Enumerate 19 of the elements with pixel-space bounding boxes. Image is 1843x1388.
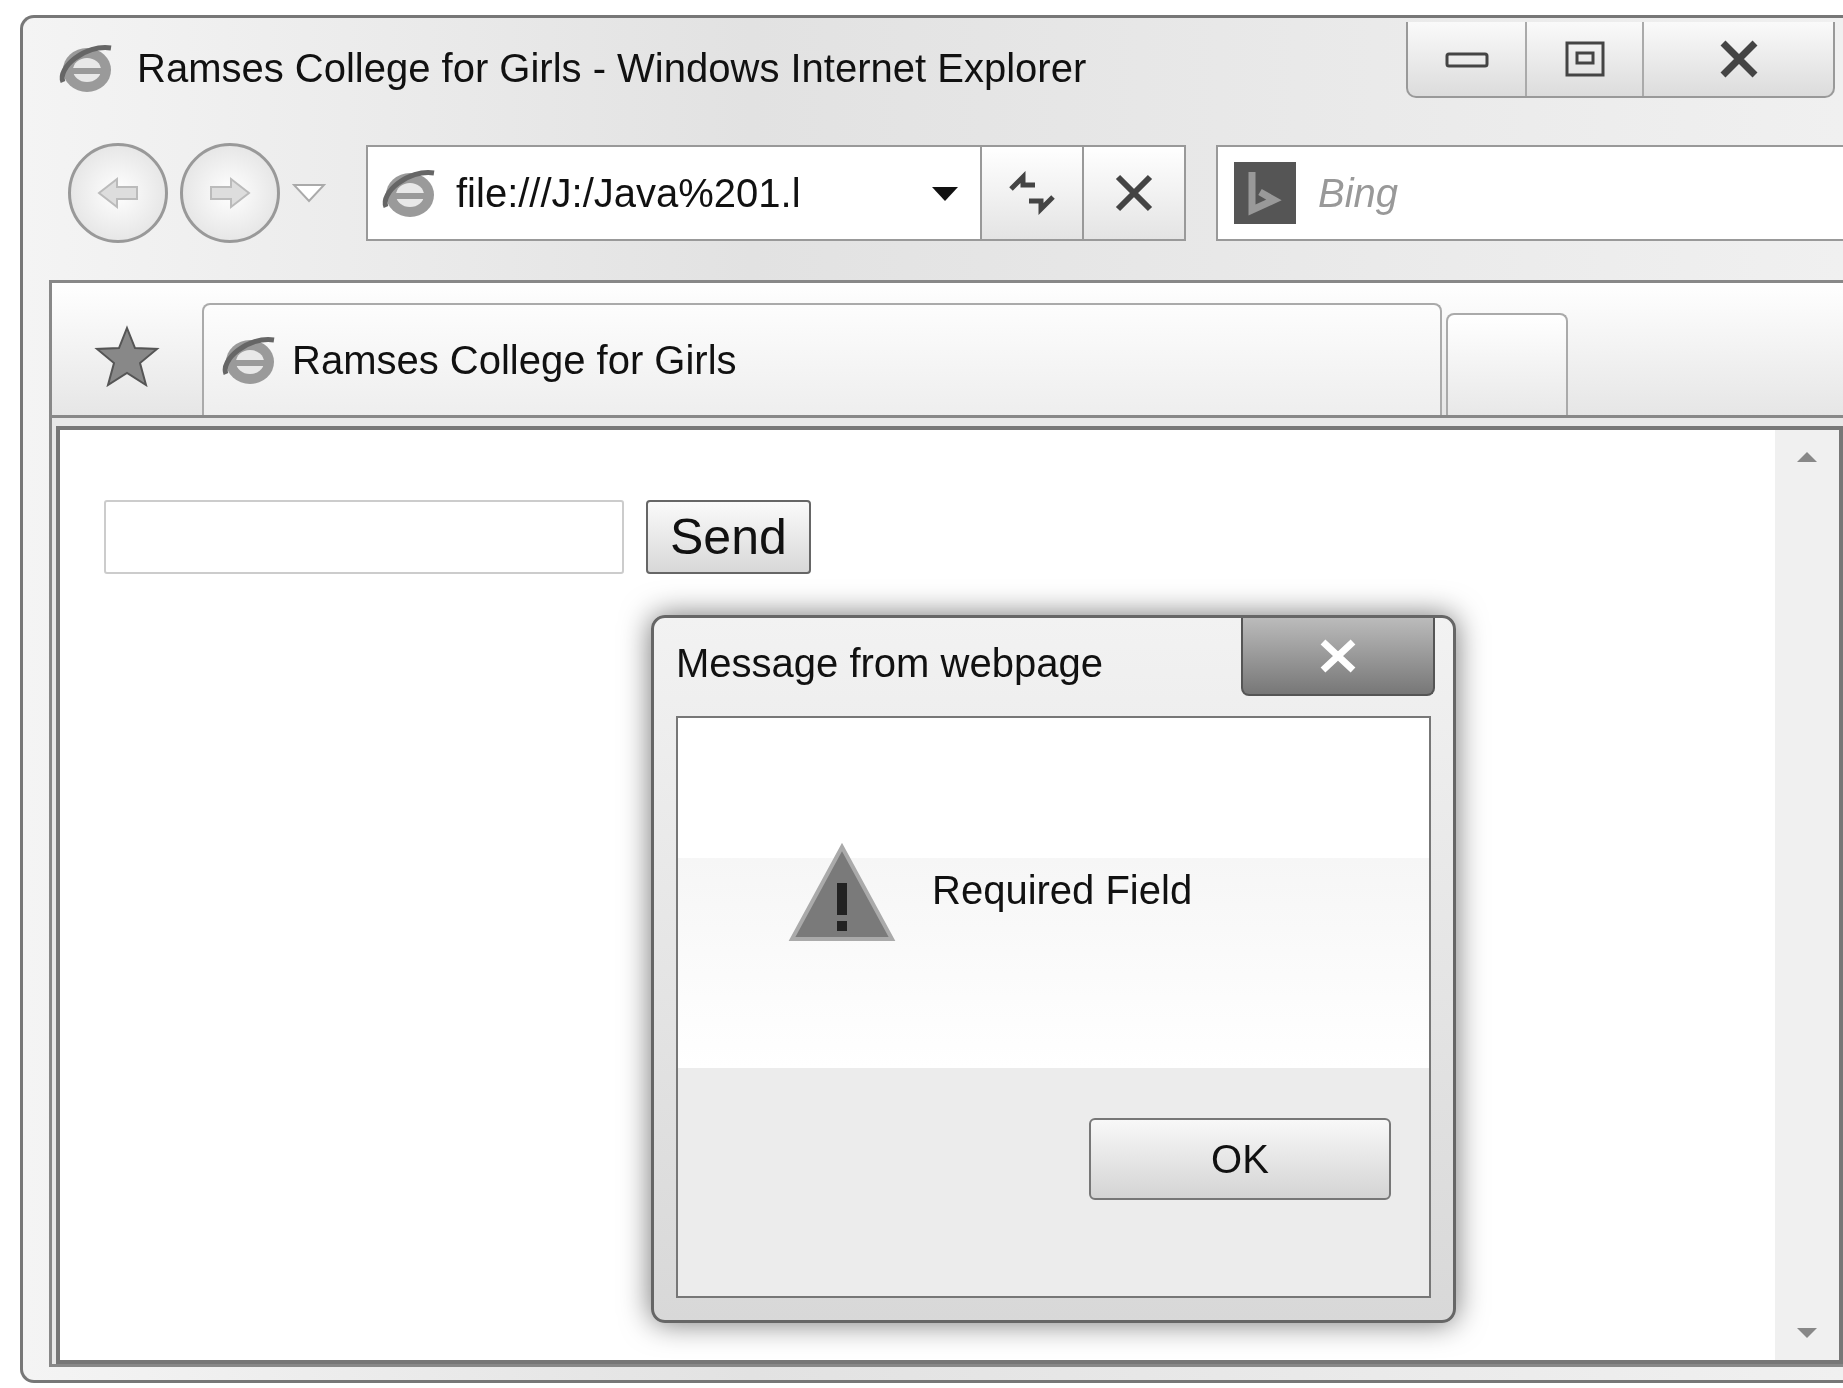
send-button[interactable]: Send (646, 500, 811, 574)
dialog-message: Required Field (932, 867, 1193, 913)
text-field[interactable] (104, 500, 624, 574)
ok-button[interactable]: OK (1089, 1118, 1391, 1200)
star-icon[interactable] (94, 325, 160, 387)
scroll-down-icon[interactable] (1795, 1326, 1819, 1340)
dialog-title: Message from webpage (676, 640, 1103, 686)
stop-icon (1114, 173, 1154, 213)
refresh-button[interactable] (980, 147, 1082, 239)
window-title: Ramses College for Girls - Windows Internet Explorer (137, 45, 1087, 91)
stop-button[interactable] (1082, 147, 1184, 239)
refresh-icon (1007, 171, 1057, 215)
browser-tab[interactable]: Ramses College for Girls (202, 303, 1442, 415)
scrollbar[interactable] (1775, 430, 1839, 1360)
scroll-up-icon[interactable] (1795, 450, 1819, 464)
close-icon (1318, 639, 1358, 673)
close-button[interactable] (1241, 618, 1435, 696)
warning-icon (788, 843, 896, 943)
search-logo-icon (1234, 162, 1296, 224)
